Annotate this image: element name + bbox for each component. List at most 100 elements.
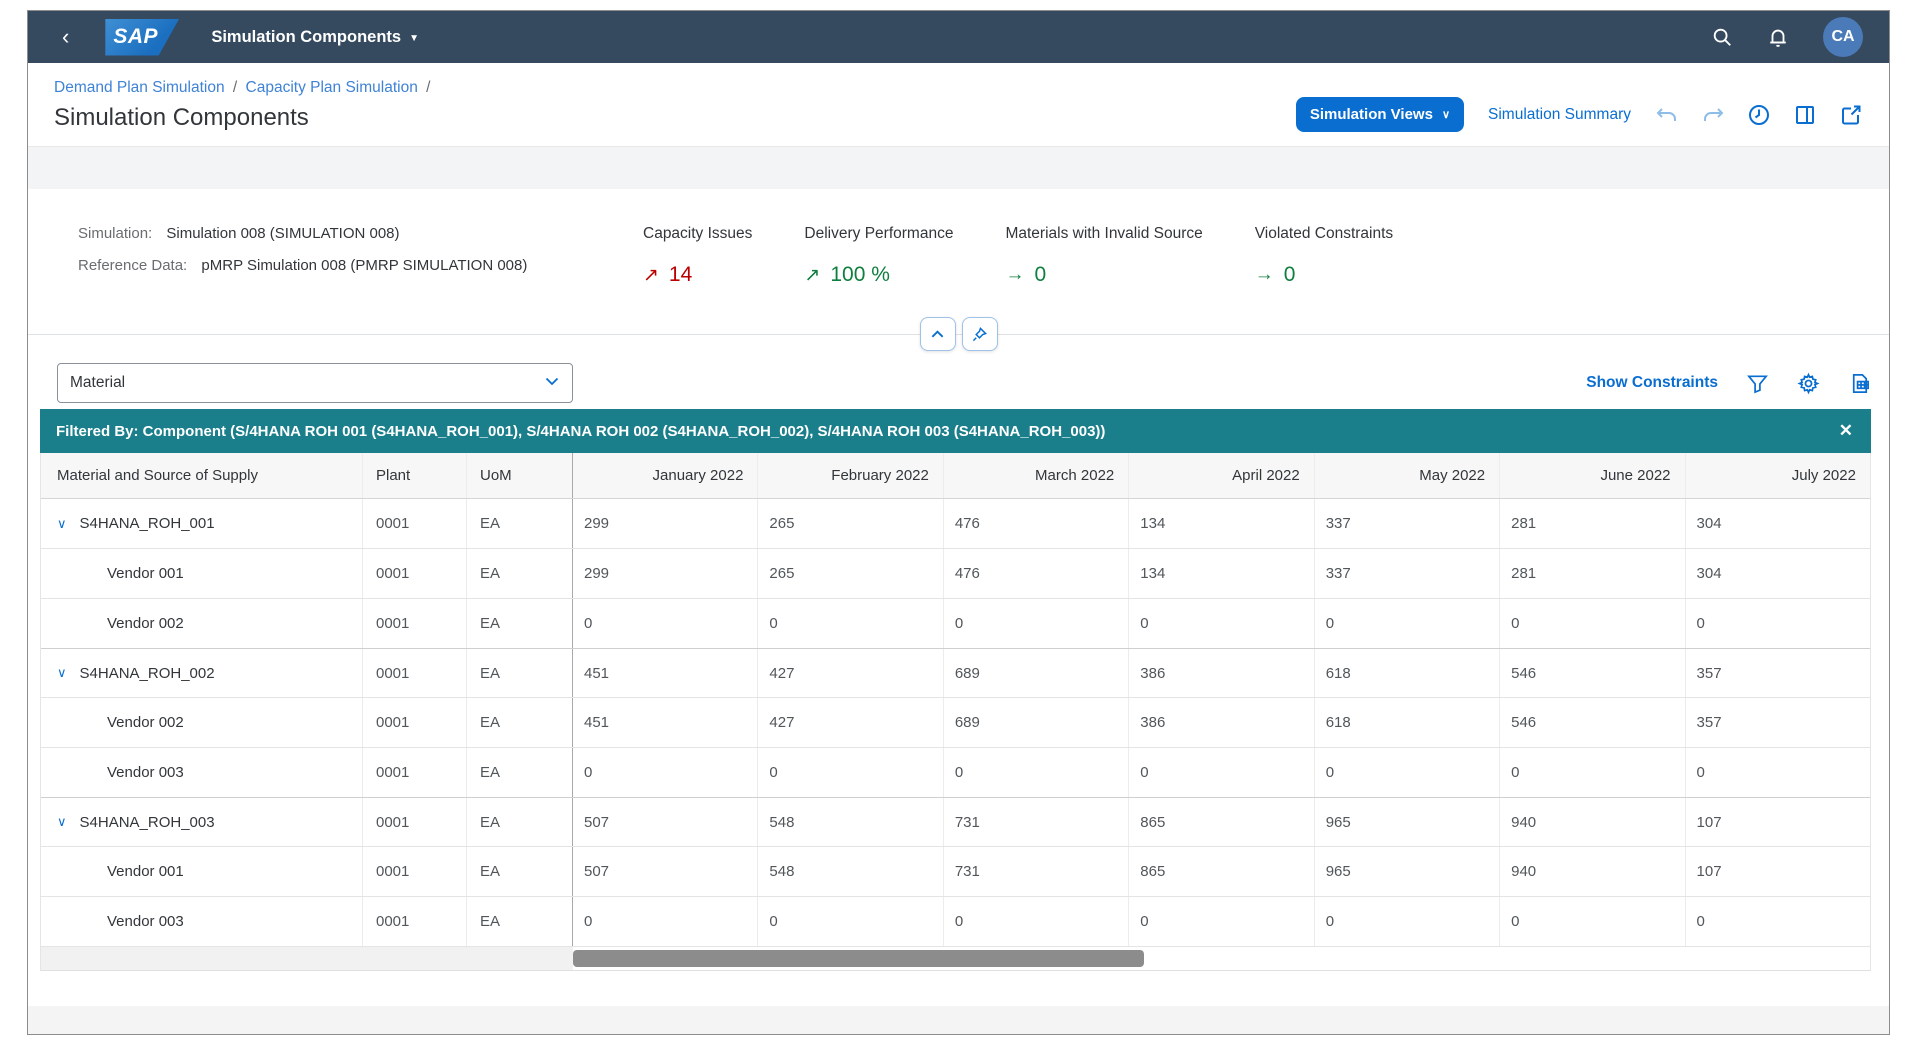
column-header[interactable]: March 2022 [944, 453, 1129, 498]
quantity-cell[interactable]: 689 [944, 698, 1129, 747]
quantity-cell[interactable]: 427 [758, 698, 943, 747]
pin-header-button[interactable] [962, 317, 998, 351]
quantity-cell[interactable]: 865 [1129, 847, 1314, 896]
breadcrumb-link-demand-plan[interactable]: Demand Plan Simulation [54, 79, 225, 96]
row-expand-chevron-icon[interactable]: ∨ [57, 814, 67, 830]
column-header[interactable]: July 2022 [1686, 453, 1870, 498]
export-spreadsheet-icon[interactable] [1848, 372, 1871, 395]
table-row[interactable]: Vendor 0010001EA299265476134337281304 [41, 549, 1870, 599]
quantity-cell[interactable]: 134 [1129, 549, 1314, 598]
quantity-cell[interactable]: 546 [1500, 649, 1685, 697]
filter-info-bar[interactable]: Filtered By: Component (S/4HANA ROH 001 … [40, 409, 1871, 453]
quantity-cell[interactable]: 940 [1500, 847, 1685, 896]
quantity-cell[interactable]: 281 [1500, 499, 1685, 548]
quantity-cell[interactable]: 0 [1500, 748, 1685, 797]
table-row[interactable]: Vendor 0030001EA0000000 [41, 748, 1870, 798]
column-header[interactable]: February 2022 [758, 453, 943, 498]
quantity-cell[interactable]: 940 [1500, 798, 1685, 846]
quantity-cell[interactable]: 357 [1686, 698, 1870, 747]
scrollbar-thumb[interactable] [573, 950, 1144, 967]
notifications-bell-icon[interactable] [1767, 26, 1789, 48]
quantity-cell[interactable]: 546 [1500, 698, 1685, 747]
show-constraints-button[interactable]: Show Constraints [1586, 374, 1718, 392]
quantity-cell[interactable]: 0 [1129, 748, 1314, 797]
quantity-cell[interactable]: 0 [573, 599, 758, 648]
quantity-cell[interactable]: 507 [573, 798, 758, 846]
table-row[interactable]: Vendor 0020001EA451427689386618546357 [41, 698, 1870, 748]
quantity-cell[interactable]: 476 [944, 549, 1129, 598]
redo-icon[interactable] [1701, 103, 1725, 127]
row-expand-chevron-icon[interactable]: ∨ [57, 665, 67, 681]
quantity-cell[interactable]: 618 [1315, 649, 1500, 697]
table-row[interactable]: Vendor 0020001EA0000000 [41, 599, 1870, 649]
quantity-cell[interactable]: 0 [758, 599, 943, 648]
quantity-cell[interactable]: 731 [944, 798, 1129, 846]
quantity-cell[interactable]: 965 [1315, 847, 1500, 896]
settings-gear-icon[interactable] [1797, 372, 1820, 395]
quantity-cell[interactable]: 865 [1129, 798, 1314, 846]
quantity-cell[interactable]: 0 [944, 897, 1129, 946]
quantity-cell[interactable]: 689 [944, 649, 1129, 697]
table-row[interactable]: ∨S4HANA_ROH_0020001EA4514276893866185463… [41, 648, 1870, 698]
quantity-cell[interactable]: 265 [758, 549, 943, 598]
quantity-cell[interactable]: 0 [1686, 599, 1870, 648]
quantity-cell[interactable]: 304 [1686, 549, 1870, 598]
quantity-cell[interactable]: 304 [1686, 499, 1870, 548]
column-header[interactable]: June 2022 [1500, 453, 1685, 498]
quantity-cell[interactable]: 386 [1129, 698, 1314, 747]
collapse-header-button[interactable] [920, 317, 956, 351]
table-row[interactable]: Vendor 0010001EA507548731865965940107 [41, 847, 1870, 897]
quantity-cell[interactable]: 965 [1315, 798, 1500, 846]
share-export-icon[interactable] [1839, 103, 1863, 127]
column-header[interactable]: Material and Source of Supply [41, 453, 363, 498]
quantity-cell[interactable]: 451 [573, 649, 758, 697]
quantity-cell[interactable]: 0 [573, 748, 758, 797]
quantity-cell[interactable]: 0 [1500, 599, 1685, 648]
search-icon[interactable] [1711, 26, 1733, 48]
simulation-views-button[interactable]: Simulation Views ∨ [1296, 97, 1464, 132]
table-row[interactable]: Vendor 0030001EA0000000 [41, 897, 1870, 947]
table-row[interactable]: ∨S4HANA_ROH_0030001EA5075487318659659401… [41, 797, 1870, 847]
row-expand-chevron-icon[interactable]: ∨ [57, 516, 67, 532]
quantity-cell[interactable]: 0 [1500, 897, 1685, 946]
quantity-cell[interactable]: 476 [944, 499, 1129, 548]
quantity-cell[interactable]: 134 [1129, 499, 1314, 548]
quantity-cell[interactable]: 0 [944, 748, 1129, 797]
quantity-cell[interactable]: 731 [944, 847, 1129, 896]
quantity-cell[interactable]: 357 [1686, 649, 1870, 697]
app-title-menu[interactable]: Simulation Components ▼ [211, 28, 419, 47]
quantity-cell[interactable]: 0 [1315, 599, 1500, 648]
quantity-cell[interactable]: 548 [758, 847, 943, 896]
view-select[interactable]: Material [57, 363, 573, 403]
column-header[interactable]: January 2022 [573, 453, 758, 498]
quantity-cell[interactable]: 0 [573, 897, 758, 946]
quantity-cell[interactable]: 0 [1315, 748, 1500, 797]
quantity-cell[interactable]: 337 [1315, 549, 1500, 598]
scrollbar-track[interactable] [573, 947, 1870, 970]
history-clock-icon[interactable] [1747, 103, 1771, 127]
table-row[interactable]: ∨S4HANA_ROH_0010001EA2992654761343372813… [41, 499, 1870, 549]
column-header[interactable]: UoM [467, 453, 573, 498]
kpi-card[interactable]: Materials with Invalid Source→0 [1005, 225, 1202, 334]
quantity-cell[interactable]: 507 [573, 847, 758, 896]
quantity-cell[interactable]: 0 [1315, 897, 1500, 946]
filter-close-icon[interactable]: ✕ [1839, 421, 1853, 441]
kpi-card[interactable]: Violated Constraints→0 [1255, 225, 1393, 334]
filter-icon[interactable] [1746, 372, 1769, 395]
quantity-cell[interactable]: 337 [1315, 499, 1500, 548]
quantity-cell[interactable]: 0 [1686, 897, 1870, 946]
quantity-cell[interactable]: 281 [1500, 549, 1685, 598]
column-header[interactable]: April 2022 [1129, 453, 1314, 498]
quantity-cell[interactable]: 0 [758, 748, 943, 797]
user-avatar[interactable]: CA [1823, 17, 1863, 57]
quantity-cell[interactable]: 0 [758, 897, 943, 946]
kpi-card[interactable]: Capacity Issues↗14 [643, 225, 752, 334]
quantity-cell[interactable]: 427 [758, 649, 943, 697]
quantity-cell[interactable]: 386 [1129, 649, 1314, 697]
back-icon[interactable]: ‹ [62, 26, 69, 48]
quantity-cell[interactable]: 618 [1315, 698, 1500, 747]
breadcrumb-link-capacity-plan[interactable]: Capacity Plan Simulation [246, 79, 418, 96]
quantity-cell[interactable]: 107 [1686, 798, 1870, 846]
quantity-cell[interactable]: 107 [1686, 847, 1870, 896]
simulation-summary-button[interactable]: Simulation Summary [1486, 100, 1633, 130]
